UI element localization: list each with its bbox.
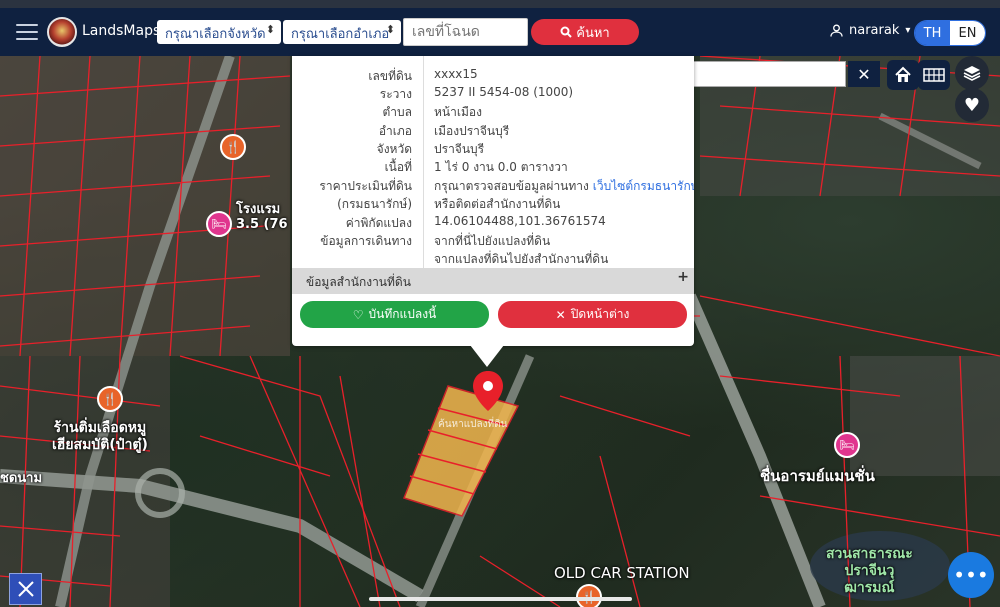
layers-button[interactable] (955, 56, 989, 90)
hotel-poi-icon[interactable]: 🛏 (206, 211, 232, 237)
updown-chevron-icon: ⬍ (385, 23, 395, 36)
restaurant-poi-icon[interactable]: 🍴 (97, 386, 123, 412)
expand-plus-icon[interactable]: + (677, 269, 689, 285)
deed-number-input[interactable] (403, 18, 528, 46)
route-to-office-link[interactable]: จากแปลงที่ดินไปยังสำนักงานที่ดิน (434, 250, 608, 269)
brand-name: LandsMaps (82, 23, 161, 39)
hamburger-menu-icon[interactable] (16, 24, 38, 40)
popup-row: เนื้อที่ 1 ไร่ 0 งาน 0.0 ตารางวา (292, 156, 694, 174)
status-strip (0, 0, 1000, 8)
popup-row: ระวาง 5237 II 5454-08 (1000) (292, 83, 694, 101)
username: nararak (849, 23, 900, 38)
grid-button[interactable] (918, 60, 950, 90)
amphoe-select[interactable]: กรุณาเลือกอำเภอ ⬍ (283, 20, 401, 44)
amphoe-select-label: กรุณาเลือกอำเภอ (291, 27, 390, 42)
close-window-label: ปิดหน้าต่าง (570, 307, 630, 321)
popup-row-coord: ค่าพิกัดแปลง 14.06104488,101.36761574 (292, 212, 694, 230)
landsmaps-logo[interactable] (47, 17, 77, 47)
popup-row-dept: (กรมธนารักษ์) หรือติดต่อสำนักงานที่ดิน (292, 193, 694, 211)
popup-row-travel2: จากแปลงที่ดินไปยังสำนักงานที่ดิน (292, 248, 694, 266)
ruler-pencil-icon (17, 581, 34, 597)
map-label-apartment: ชื่นอารมย์แมนชั่น (760, 467, 875, 485)
restaurant-poi-icon[interactable]: 🍴 (220, 134, 246, 160)
land-office-label: ข้อมูลสำนักงานที่ดิน (306, 275, 411, 289)
map-label-hotel: โรงแรม 3.5 (76 (236, 202, 288, 232)
user-menu[interactable]: nararak ▾ (830, 23, 910, 38)
search-icon (560, 26, 572, 38)
price-value: กรุณาตรวจสอบข้อมูลผ่านทาง (434, 179, 589, 193)
lang-en-button[interactable]: EN (950, 21, 985, 45)
popup-row-travel: ข้อมูลการเดินทาง จากที่นี่ไปยังแปลงที่ดิ… (292, 230, 694, 248)
treasury-website-link[interactable]: เว็บไซต์กรมธนารักษ์ (593, 179, 694, 193)
close-icon: ✕ (555, 307, 566, 322)
popup-row: เลขที่ดิน xxxx15 (292, 65, 694, 83)
more-options-button[interactable]: ••• (948, 552, 994, 598)
top-navbar: LandsMaps กรุณาเลือกจังหวัด ⬍ กรุณาเลือก… (0, 8, 1000, 56)
map-label-shop: ร้านติ่มเลือดหมู เฮียสมบัติ(ป๋าตู๋) (52, 420, 148, 453)
province-select-label: กรุณาเลือกจังหวัด (165, 27, 266, 42)
row-value: xxxx15 (434, 67, 478, 81)
close-window-button[interactable]: ✕ ปิดหน้าต่าง (498, 301, 687, 328)
language-toggle[interactable]: TH EN (914, 20, 986, 46)
land-office-section[interactable]: ข้อมูลสำนักงานที่ดิน + (292, 268, 694, 294)
popup-row-price: ราคาประเมินที่ดิน กรุณาตรวจสอบข้อมูลผ่าน… (292, 175, 694, 193)
lang-th-button[interactable]: TH (915, 21, 950, 45)
save-parcel-label: บันทึกแปลงนี้ (368, 307, 437, 321)
home-icon (895, 66, 911, 82)
svg-text:ค้นหาแปลงที่ดิน: ค้นหาแปลงที่ดิน (438, 416, 508, 430)
updown-chevron-icon: ⬍ (265, 23, 275, 36)
measure-tool-button[interactable] (9, 573, 42, 605)
map-label-park: สวนสาธารณะ ปราจีนวุ ฒารมณ์ (826, 546, 913, 596)
parcel-info-popup: เลขที่ดิน xxxx15 ระวาง 5237 II 5454-08 (… (292, 56, 694, 346)
search-button[interactable]: ค้นหา (531, 19, 639, 45)
map-label-left-edge: ชดนาม (0, 471, 43, 486)
hotel-poi-icon[interactable]: 🛏 (834, 432, 860, 458)
coord-link[interactable]: 14.06104488,101.36761574 (434, 214, 606, 228)
popup-row-cut (292, 56, 694, 62)
search-button-label: ค้นหา (576, 25, 610, 41)
home-indicator (369, 597, 632, 601)
close-icon: ✕ (857, 64, 871, 84)
heart-outline-icon: ♡ (352, 307, 364, 322)
home-button[interactable] (887, 60, 919, 90)
clear-search-button[interactable]: ✕ (848, 61, 880, 87)
row-value: 5237 II 5454-08 (1000) (434, 85, 574, 99)
restaurant-poi-icon[interactable]: 🍴 (576, 584, 602, 607)
more-dots-icon: ••• (953, 563, 989, 587)
heart-icon: ♥ (963, 94, 981, 116)
popup-row: อำเภอ เมืองปราจีนบุรี (292, 120, 694, 138)
user-icon (830, 24, 843, 37)
chevron-down-icon: ▾ (905, 25, 911, 36)
layers-icon (963, 66, 981, 81)
popup-row: จังหวัด ปราจีนบุรี (292, 138, 694, 156)
popup-row: ตำบล หน้าเมือง (292, 101, 694, 119)
map-label-old-car-station: OLD CAR STATION (554, 564, 690, 582)
favorites-button[interactable]: ♥ (955, 88, 989, 122)
grid-icon (923, 68, 945, 82)
popup-pointer (470, 345, 504, 367)
save-parcel-button[interactable]: ♡ บันทึกแปลงนี้ (300, 301, 489, 328)
province-select[interactable]: กรุณาเลือกจังหวัด ⬍ (157, 20, 281, 44)
